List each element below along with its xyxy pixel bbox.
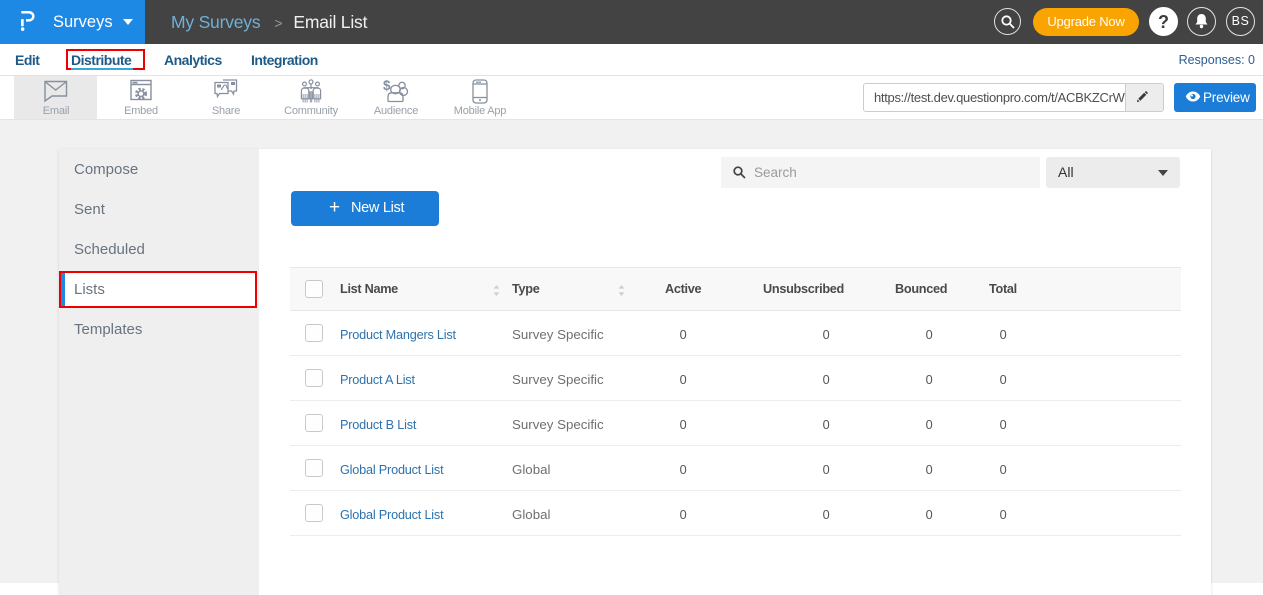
svg-text:$: $ (383, 79, 391, 93)
